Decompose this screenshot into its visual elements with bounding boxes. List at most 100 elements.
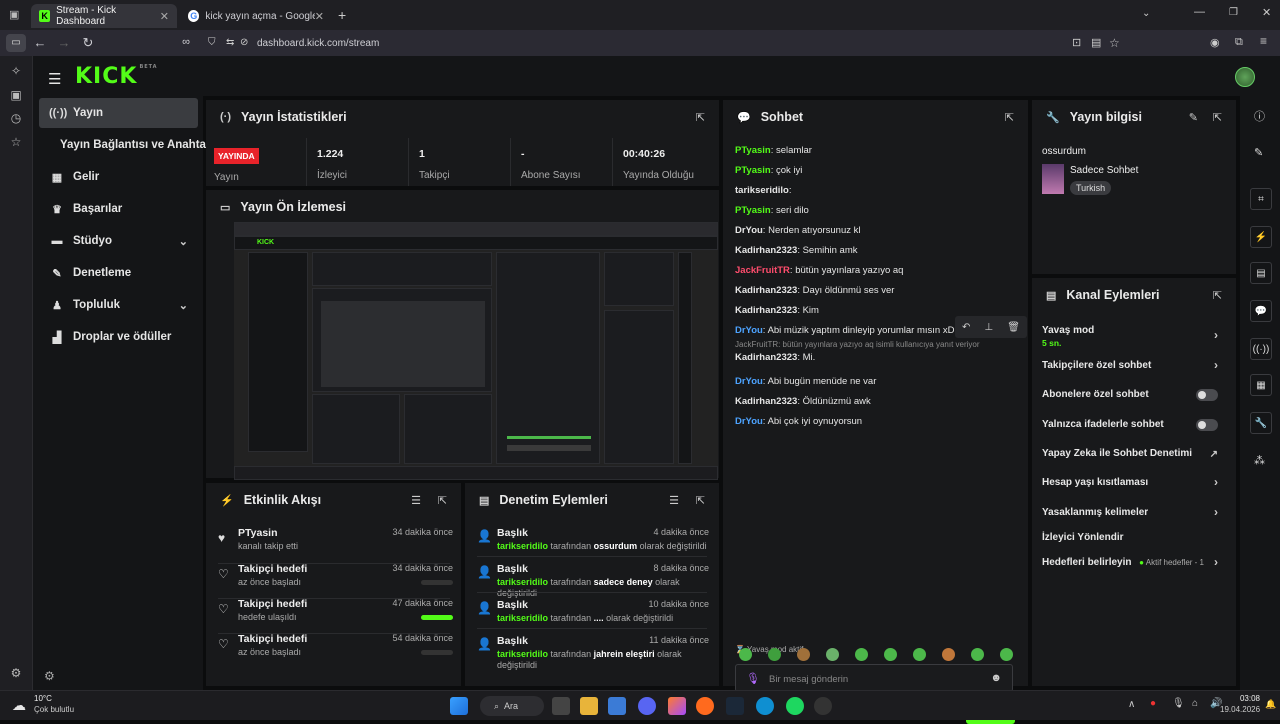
emote-icon[interactable] xyxy=(884,648,897,661)
discord-icon[interactable] xyxy=(638,697,656,715)
reader-icon[interactable]: ▤ xyxy=(1091,36,1101,49)
action-subscribers-only[interactable]: Abonelere özel sohbet xyxy=(1042,389,1218,401)
widget-clips-icon[interactable]: ⌗ xyxy=(1250,188,1272,210)
forward-icon[interactable]: → xyxy=(52,35,76,50)
nav-item-yayin[interactable]: ((·)) Yayın xyxy=(39,98,198,128)
customize-icon[interactable]: ⚙ xyxy=(8,666,24,682)
store-icon[interactable] xyxy=(608,697,626,715)
emote-icon[interactable] xyxy=(768,648,781,661)
copilot-icon[interactable] xyxy=(668,697,686,715)
widget-broadcast-icon[interactable]: ((·)) xyxy=(1250,338,1272,360)
extensions-icon[interactable]: ⧉ xyxy=(1235,36,1243,49)
spotify-icon[interactable] xyxy=(786,697,804,715)
nav-item-stream-key[interactable]: Yayın Bağlantısı ve Anahtarı xyxy=(39,130,214,160)
popout-icon[interactable]: ⇱ xyxy=(1213,111,1222,124)
delete-icon[interactable]: 🗑 xyxy=(1007,322,1020,333)
clock-time[interactable]: 03:08 xyxy=(1220,694,1260,703)
action-ai-moderation[interactable]: Yapay Zeka ile Sohbet Denetimi ↗ xyxy=(1042,448,1218,460)
chat-username[interactable]: DrYou xyxy=(735,225,763,236)
sidebar-toggle-icon[interactable]: ▭ xyxy=(6,34,26,52)
chat-username[interactable]: PTyasin xyxy=(735,145,771,156)
chat-username[interactable]: Kadirhan2323 xyxy=(735,305,797,316)
avatar[interactable] xyxy=(1235,67,1255,87)
ai-chat-icon[interactable]: ✧ xyxy=(8,64,24,80)
action-viewer-redirect[interactable]: İzleyici Yönlendir xyxy=(1042,532,1218,543)
close-tab-icon[interactable]: ✕ xyxy=(160,10,169,23)
nav-item-basarilar[interactable]: ♛ Başarılar xyxy=(39,194,198,224)
tray-mic-icon[interactable]: 🎙 xyxy=(1172,698,1185,709)
action-slow-mode[interactable]: Yavaş mod 5 sn. › xyxy=(1042,325,1218,348)
action-banned-words[interactable]: Yasaklanmış kelimeler › xyxy=(1042,505,1218,519)
chat-username[interactable]: JackFruitTR xyxy=(735,265,790,276)
hamburger-menu-icon[interactable]: ☰ xyxy=(48,70,61,88)
maximize-icon[interactable]: ❐ xyxy=(1229,7,1238,18)
stream-preview-video[interactable]: KICK xyxy=(234,222,718,480)
chat-username[interactable]: tarikseridilo xyxy=(735,185,789,196)
chat-input[interactable]: Bir mesaj gönderin xyxy=(769,674,848,685)
account-icon[interactable]: ◉ xyxy=(1210,36,1220,49)
widget-actions-icon[interactable]: ▦ xyxy=(1250,374,1272,396)
chat-username[interactable]: Kadirhan2323 xyxy=(735,285,797,296)
url-field[interactable]: dashboard.kick.com/stream xyxy=(257,38,379,49)
file-explorer-icon[interactable] xyxy=(580,697,598,715)
close-window-icon[interactable]: ✕ xyxy=(1262,6,1271,19)
pin-icon[interactable]: ⊥ xyxy=(984,322,993,333)
kick-logo[interactable]: KICK BETA xyxy=(75,64,158,89)
tab-list-chevron-icon[interactable]: ⌄ xyxy=(1142,8,1150,19)
chat-username[interactable]: DrYou xyxy=(735,416,763,427)
toggle-switch[interactable] xyxy=(1196,419,1218,431)
filter-icon[interactable]: ☰ xyxy=(411,494,421,507)
emoji-icon[interactable]: ☻ xyxy=(990,672,1002,684)
chat-username[interactable]: PTyasin xyxy=(735,165,771,176)
widget-activity-icon[interactable]: ⚡ xyxy=(1250,226,1272,248)
emote-icon[interactable] xyxy=(942,648,955,661)
firefox-icon[interactable] xyxy=(696,697,714,715)
tab-kick-dashboard[interactable]: K Stream - Kick Dashboard ✕ xyxy=(31,4,177,28)
tracking-icon[interactable]: ∞ xyxy=(174,36,198,48)
back-icon[interactable]: ← xyxy=(28,35,52,50)
layout-icon[interactable]: ⁂ xyxy=(1254,454,1265,467)
chat-username[interactable]: DrYou xyxy=(735,325,763,336)
history-icon[interactable]: ◷ xyxy=(8,111,24,127)
widget-chat-icon[interactable]: 💬 xyxy=(1250,300,1272,322)
popout-icon[interactable]: ⇱ xyxy=(696,494,705,507)
synced-tabs-icon[interactable]: ▣ xyxy=(8,88,24,104)
muted-icon[interactable]: ⊘ xyxy=(240,37,248,48)
permissions-icon[interactable]: ⇆ xyxy=(226,37,234,48)
info-icon[interactable]: ⓘ xyxy=(1254,108,1265,124)
weather-cloud-icon[interactable]: ☁ xyxy=(12,697,26,714)
task-view-icon[interactable] xyxy=(552,697,570,715)
nav-item-topluluk[interactable]: ♟ Topluluk ⌄ xyxy=(39,290,198,320)
popout-icon[interactable]: ⇱ xyxy=(1213,289,1222,302)
popout-icon[interactable]: ⇱ xyxy=(696,111,705,124)
close-tab-icon[interactable]: ✕ xyxy=(315,10,324,23)
minimize-icon[interactable]: — xyxy=(1194,6,1205,18)
emote-icon[interactable] xyxy=(1000,648,1013,661)
nav-item-gelir[interactable]: ▦ Gelir xyxy=(39,162,198,192)
tray-chevron-up-icon[interactable]: ∧ xyxy=(1128,699,1135,710)
edit-pencil-icon[interactable]: ✎ xyxy=(1189,111,1198,124)
chat-input-box[interactable]: 🎙 Bir mesaj gönderin ☻ xyxy=(735,664,1013,692)
popout-icon[interactable]: ⇱ xyxy=(1005,111,1014,124)
reload-icon[interactable]: ↻ xyxy=(76,35,100,51)
settings-gear-icon[interactable]: ⚙ xyxy=(44,669,55,683)
action-followers-only[interactable]: Takipçilere özel sohbet › xyxy=(1042,358,1218,372)
action-emote-only[interactable]: Yalnızca ifadelerle sohbet xyxy=(1042,419,1218,431)
tray-app-icon[interactable]: ● xyxy=(1150,698,1156,709)
bookmark-star-icon[interactable]: ☆ xyxy=(1109,36,1120,50)
edge-icon[interactable] xyxy=(756,697,774,715)
bookmarks-icon[interactable]: ☆ xyxy=(8,135,24,151)
filter-icon[interactable]: ☰ xyxy=(669,494,679,507)
popout-icon[interactable]: ⇱ xyxy=(438,494,447,507)
notifications-bell-icon[interactable]: 🔔 xyxy=(1265,699,1276,710)
steam-icon[interactable] xyxy=(726,697,744,715)
site-info-icon[interactable]: ⛉ xyxy=(208,37,216,48)
nav-item-denetleme[interactable]: ✎ Denetleme xyxy=(39,258,198,288)
action-set-goals[interactable]: Hedefleri belirleyin ● Aktif hedefler - … xyxy=(1042,555,1218,569)
emote-icon[interactable] xyxy=(797,648,810,661)
emote-icon[interactable] xyxy=(739,648,752,661)
nav-item-studyo[interactable]: ▬ Stüdyo ⌄ xyxy=(39,226,198,256)
edit-icon[interactable]: ✎ xyxy=(1254,146,1263,159)
widget-moderation-icon[interactable]: ▤ xyxy=(1250,262,1272,284)
toggle-switch[interactable] xyxy=(1196,389,1218,401)
